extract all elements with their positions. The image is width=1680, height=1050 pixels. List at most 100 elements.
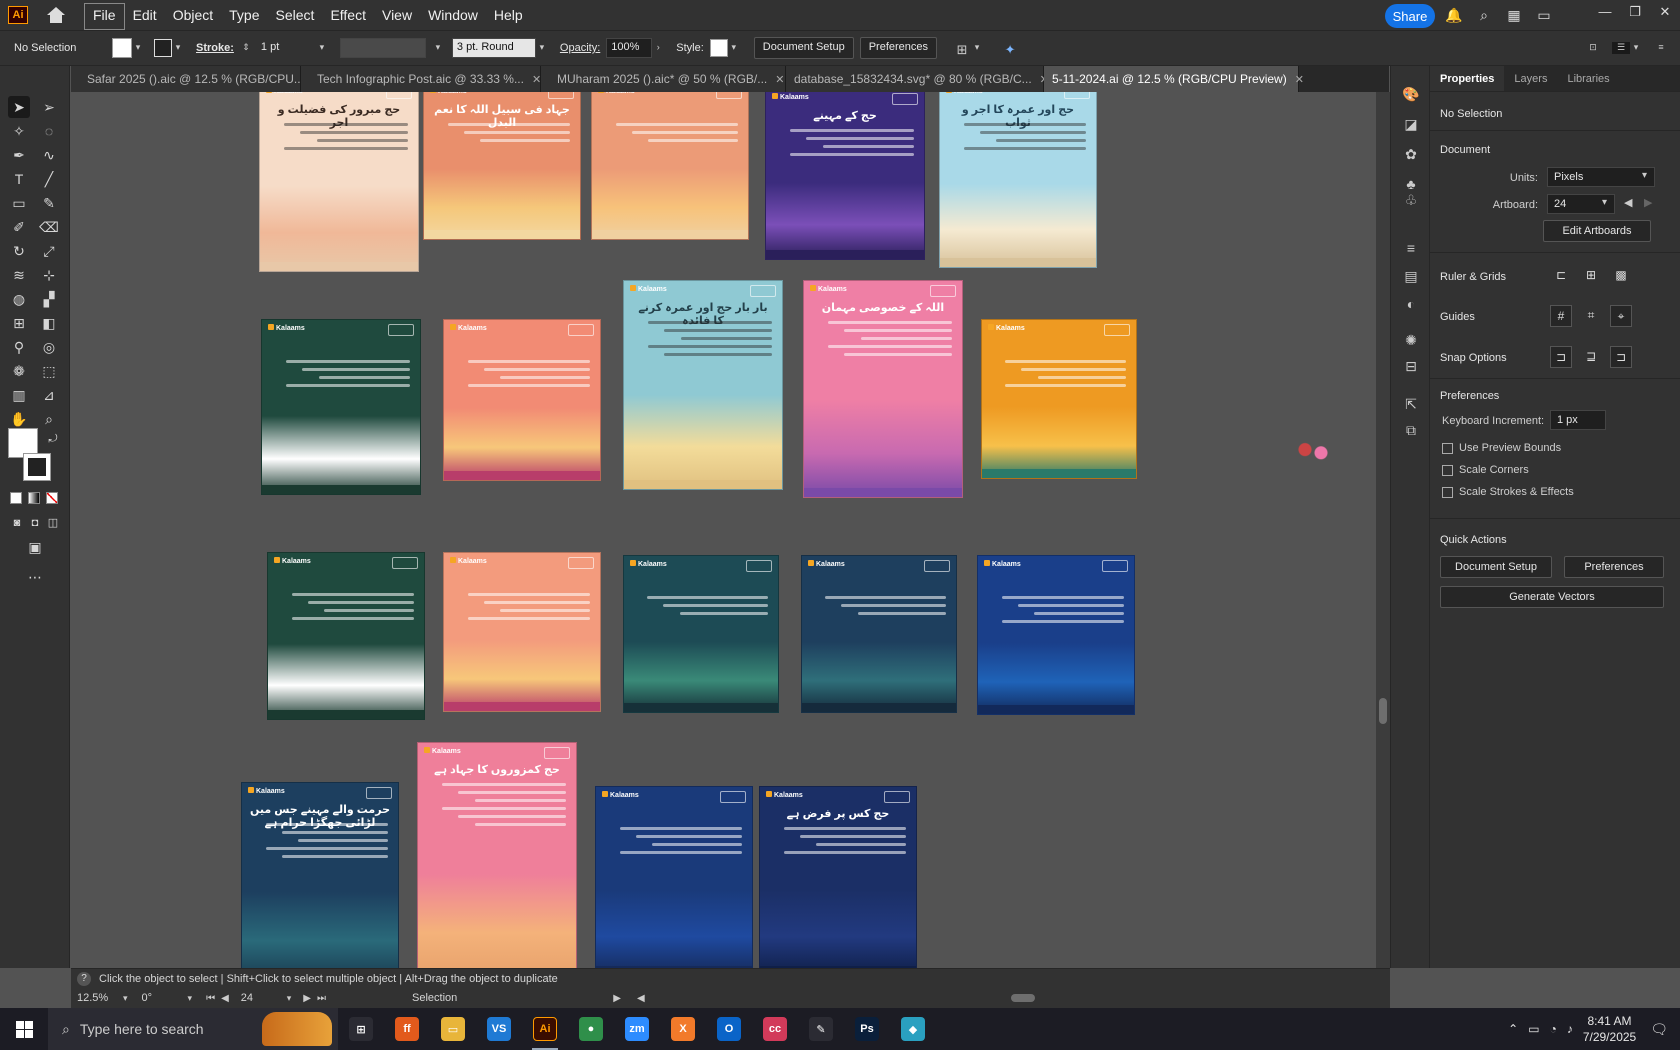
properties-toggle-icon[interactable]: ☰ [1612, 42, 1630, 54]
menu-window[interactable]: Window [420, 0, 486, 30]
artboard-tool-icon[interactable]: ⬚ [38, 360, 60, 382]
gradient-tool-icon[interactable]: ◧ [38, 312, 60, 334]
type-tool-icon[interactable]: T [8, 168, 30, 190]
style-swatch[interactable] [709, 39, 728, 57]
status-menu-icon[interactable]: ▶ [613, 993, 621, 1004]
last-artboard-icon[interactable]: ⏭ [317, 993, 326, 1004]
checkbox-icon[interactable] [1442, 486, 1453, 498]
paintbrush-tool-icon[interactable]: ✎ [38, 192, 60, 214]
artboard[interactable]: Kalaams [595, 786, 753, 968]
slice-tool-icon[interactable]: ⊿ [38, 384, 60, 406]
color-panel-icon[interactable]: 🎨 [1401, 84, 1421, 104]
hand-tool-icon[interactable]: ✋ [8, 408, 30, 430]
close-icon[interactable]: ✕ [1295, 73, 1304, 86]
workspace-icon[interactable]: ▦ [1505, 7, 1523, 23]
artboard[interactable]: Kalaams بار بار حج اور عمرہ کرنے کا فائد… [623, 280, 783, 490]
stroke-panel-icon[interactable]: ≡ [1401, 238, 1421, 258]
artboard[interactable]: Kalaams [981, 319, 1137, 479]
graphic-styles-icon[interactable]: ♧ [1401, 190, 1421, 210]
opacity-field[interactable]: 100% [606, 38, 653, 58]
taskbar-app-photoshop[interactable]: Ps [844, 1008, 890, 1050]
tab-tech-infographic[interactable]: Tech Infographic Post.aic @ 33.33 %... ✕ [301, 66, 541, 92]
snap-to-point-icon[interactable]: ⊐ [1550, 346, 1572, 368]
align-icon[interactable]: ⊞ [953, 42, 971, 57]
taskbar-search[interactable]: ⌕ Type here to search [48, 1008, 338, 1050]
chevron-up-icon[interactable]: ⌃ [1508, 1022, 1518, 1036]
gradient-mode-icon[interactable] [28, 492, 40, 504]
taskbar-app-firefox[interactable]: ff [384, 1008, 430, 1050]
menu-icon[interactable]: ≡ [1652, 42, 1670, 54]
artboard[interactable]: Kalaams [977, 555, 1135, 715]
artboard[interactable]: Kalaams جہاد فی سبیل اللہ کا نعم البدل [423, 92, 581, 240]
gradient-panel-icon[interactable]: ▤ [1401, 266, 1421, 286]
chevron-down-icon[interactable]: ▾ [432, 42, 444, 54]
magic-wand-icon[interactable]: ✧ [8, 120, 30, 142]
tab-libraries[interactable]: Libraries [1557, 66, 1619, 91]
rectangle-tool-icon[interactable]: ▭ [8, 192, 30, 214]
network-icon[interactable]: ▭ [1528, 1022, 1539, 1036]
units-select[interactable]: Pixels [1547, 167, 1655, 187]
taskbar-app-app[interactable]: ◆ [890, 1008, 936, 1050]
taskbar-app-zoom[interactable]: zm [614, 1008, 660, 1050]
taskbar-app-xampp[interactable]: X [660, 1008, 706, 1050]
vertical-scrollbar[interactable] [1376, 92, 1390, 968]
tab-properties[interactable]: Properties [1430, 66, 1505, 91]
taskbar-app-pen[interactable]: ✎ [798, 1008, 844, 1050]
taskbar-app-outlook[interactable]: O [706, 1008, 752, 1050]
checkbox-icon[interactable] [1442, 442, 1453, 454]
artboard[interactable]: Kalaams [591, 92, 749, 240]
people-illustration-icon[interactable] [1293, 440, 1333, 472]
grid-icon[interactable]: ⊞ [1580, 265, 1602, 287]
rotation-field[interactable]: 0° [142, 992, 182, 1004]
next-artboard-icon[interactable]: ▶ [303, 993, 311, 1004]
taskbar-app-vs-code[interactable]: VS [476, 1008, 522, 1050]
taskbar-app-chrome[interactable]: ● [568, 1008, 614, 1050]
arrange-icon[interactable]: ▭ [1535, 7, 1553, 23]
more-tools-icon[interactable]: ⋯ [24, 566, 46, 588]
taskbar-app-file-explorer[interactable]: ▭ [430, 1008, 476, 1050]
brushes-icon[interactable]: ✿ [1401, 144, 1421, 164]
chevron-down-icon[interactable]: ▾ [287, 993, 292, 1004]
artboard[interactable]: Kalaams حرمت والے مہینے جس میں لڑائی جھگ… [241, 782, 399, 968]
ruler-icon[interactable]: ⊏ [1550, 265, 1572, 287]
symbol-sprayer-icon[interactable]: ❁ [8, 360, 30, 382]
transparency-panel-icon[interactable]: ◐ [1401, 294, 1421, 314]
free-transform-icon[interactable]: ⊹ [38, 264, 60, 286]
tab-muharam[interactable]: MUharam 2025 ().aic* @ 50 % (RGB/... ✕ [541, 66, 786, 92]
preferences-button[interactable]: Preferences [859, 37, 938, 59]
guides-show-icon[interactable]: # [1550, 305, 1572, 327]
swap-colors-icon[interactable]: ⤾ [42, 428, 64, 450]
taskbar-app-creative-cloud[interactable]: cc [752, 1008, 798, 1050]
variable-width-field[interactable] [339, 38, 426, 58]
mesh-tool-icon[interactable]: ⊞ [8, 312, 30, 334]
horizontal-scrollbar-thumb[interactable] [1010, 994, 1035, 1003]
shape-builder-icon[interactable]: ◍ [8, 288, 30, 310]
restore-icon[interactable]: ❐ [1620, 0, 1650, 26]
document-setup-panel-button[interactable]: Document Setup [1440, 556, 1552, 578]
stroke-color-icon[interactable] [23, 453, 51, 481]
minimize-icon[interactable]: — [1590, 0, 1620, 26]
keyboard-increment-field[interactable]: 1 px [1550, 410, 1606, 430]
color-mode-icon[interactable] [10, 492, 22, 504]
shaper-tool-icon[interactable]: ✐ [8, 216, 30, 238]
close-icon[interactable]: ✕ [1650, 0, 1680, 26]
selection-tool-icon[interactable]: ➤ [8, 96, 30, 118]
align-panel-icon[interactable]: ⊟ [1401, 356, 1421, 376]
lasso-tool-icon[interactable]: ◌ [38, 120, 60, 142]
graph-tool-icon[interactable]: ▥ [8, 384, 30, 406]
chevron-down-icon[interactable]: ▾ [536, 42, 548, 54]
artboard[interactable]: Kalaams حج مبرور کی فضیلت و اجر [259, 92, 419, 272]
scroll-left-icon[interactable]: ◀ [637, 993, 645, 1004]
artboard-canvas[interactable]: Kalaams حج مبرور کی فضیلت و اجر Kalaams … [71, 92, 1374, 968]
line-tool-icon[interactable]: ╱ [38, 168, 60, 190]
volume-icon[interactable]: ♪ [1567, 1022, 1573, 1036]
zoom-field[interactable]: 12.5% [77, 992, 117, 1004]
artboard[interactable]: Kalaams [261, 319, 421, 495]
zoom-tool-icon[interactable]: ⌕ [38, 408, 60, 430]
stroke-swatch[interactable] [154, 39, 172, 57]
scrollbar-thumb[interactable] [1379, 698, 1387, 724]
chevron-down-icon[interactable]: ▾ [123, 993, 128, 1004]
tab-safar[interactable]: Safar 2025 ().aic @ 12.5 % (RGB/CPU... ✕ [71, 66, 321, 92]
smart-guides-icon[interactable]: ⌖ [1610, 305, 1632, 327]
menu-type[interactable]: Type [221, 0, 267, 30]
